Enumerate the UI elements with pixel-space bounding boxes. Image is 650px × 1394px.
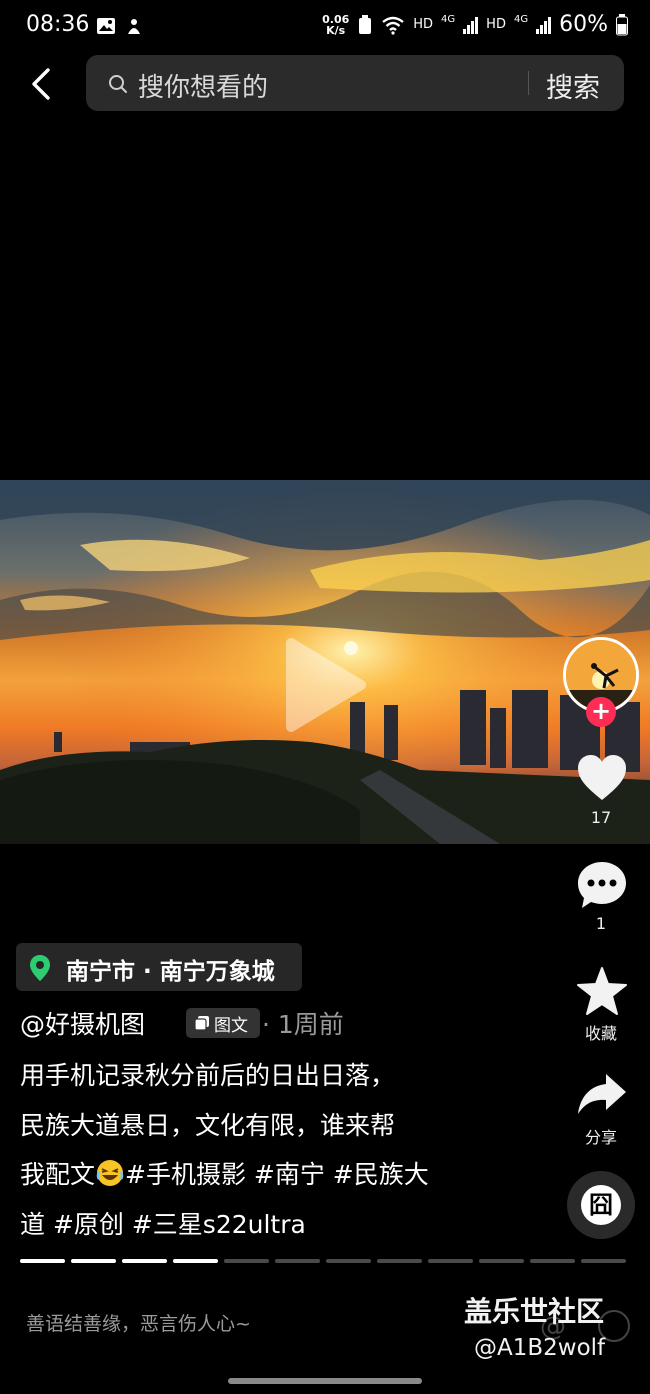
network-type-2: 4G	[513, 14, 529, 25]
caption-hashtags[interactable]: 道 #原创 #三星s22ultra	[20, 1205, 306, 1241]
follow-button[interactable]: +	[586, 697, 616, 727]
page-dot	[581, 1259, 626, 1263]
status-indicators: 0.06 K/s HD 4G HD 4G 60%	[322, 12, 628, 37]
page-dot	[122, 1259, 167, 1263]
wifi-icon	[382, 16, 404, 35]
comment-input[interactable]: 善语结善缘，恶言伤人心~	[26, 1309, 251, 1336]
post-type-badge: 图文	[186, 1008, 260, 1038]
page-dot	[377, 1259, 422, 1263]
hd-label-1: HD	[413, 17, 434, 32]
caption-line: 用手机记录秋分前后的日出日落，	[20, 1061, 396, 1090]
recycle-icon	[359, 14, 372, 34]
caption-hashtags[interactable]: #手机摄影 #南宁 #民族大	[125, 1160, 429, 1189]
author-name[interactable]: @好摄机图	[20, 1005, 145, 1041]
post-time: · 1周前	[262, 1010, 344, 1039]
signal-icon-1	[463, 16, 479, 34]
battery-percent: 60%	[559, 12, 608, 37]
caption-line: 我配文 #手机摄影 #南宁 #民族大	[20, 1155, 429, 1191]
location-text: 南宁市 · 南宁万象城	[66, 959, 275, 985]
search-icon	[109, 75, 127, 93]
page-dot	[224, 1259, 269, 1263]
signal-icon-2	[536, 16, 552, 34]
status-time: 08:36	[26, 12, 90, 37]
network-type-1: 4G	[441, 14, 456, 25]
watermark-title: 盖乐世社区	[464, 1295, 605, 1328]
search-divider	[528, 71, 529, 95]
favorite-star-icon[interactable]	[576, 966, 628, 1016]
search-bar[interactable]: 搜你想看的 搜索	[86, 55, 624, 111]
page-dot	[71, 1259, 116, 1263]
search-button[interactable]: 搜索	[546, 66, 600, 105]
reaction-button[interactable]: 囧	[567, 1171, 635, 1239]
page-dot	[428, 1259, 473, 1263]
location-pin-icon	[30, 955, 50, 981]
battery-icon	[616, 13, 628, 35]
page-dot	[479, 1259, 524, 1263]
page-indicator	[20, 1259, 626, 1265]
network-speed-value: 0.06	[322, 12, 350, 26]
location-tag[interactable]: 南宁市 · 南宁万象城	[16, 943, 302, 991]
share-arrow-icon[interactable]	[576, 1072, 628, 1116]
comment-icon[interactable]	[576, 860, 628, 910]
caption-line: 民族大道悬日，文化有限，谁来帮	[20, 1111, 396, 1140]
search-input[interactable]: 搜你想看的	[138, 67, 268, 104]
share-label: 分享	[584, 1128, 617, 1147]
home-indicator[interactable]	[228, 1378, 422, 1384]
favorite-label: 收藏	[584, 1024, 617, 1043]
comment-count: 1	[595, 914, 607, 933]
caption-text: 我配文	[20, 1160, 96, 1189]
status-bar: 08:36 0.06 K/s HD 4G HD 4G 60%	[0, 0, 650, 52]
laughing-emoji-icon	[96, 1160, 124, 1186]
back-button[interactable]	[22, 62, 62, 106]
page-dot	[275, 1259, 320, 1263]
page-dot	[530, 1259, 575, 1263]
gallery-icon	[97, 18, 115, 34]
play-button[interactable]	[283, 637, 367, 733]
network-speed-unit: K/s	[326, 23, 346, 37]
notification-app-icon	[128, 19, 140, 34]
watermark-user: @A1B2wolf	[474, 1335, 606, 1361]
page-dot	[173, 1259, 218, 1263]
hd-label-2: HD	[486, 17, 506, 32]
image-text-icon	[194, 1016, 209, 1031]
like-heart-icon[interactable]	[576, 754, 628, 802]
page-dot	[326, 1259, 371, 1263]
like-count: 17	[590, 808, 612, 827]
post-type-label: 图文	[214, 1016, 248, 1036]
page-dot	[20, 1259, 65, 1263]
reaction-glyph: 囧	[581, 1185, 621, 1225]
network-speed: 0.06 K/s	[322, 14, 349, 36]
